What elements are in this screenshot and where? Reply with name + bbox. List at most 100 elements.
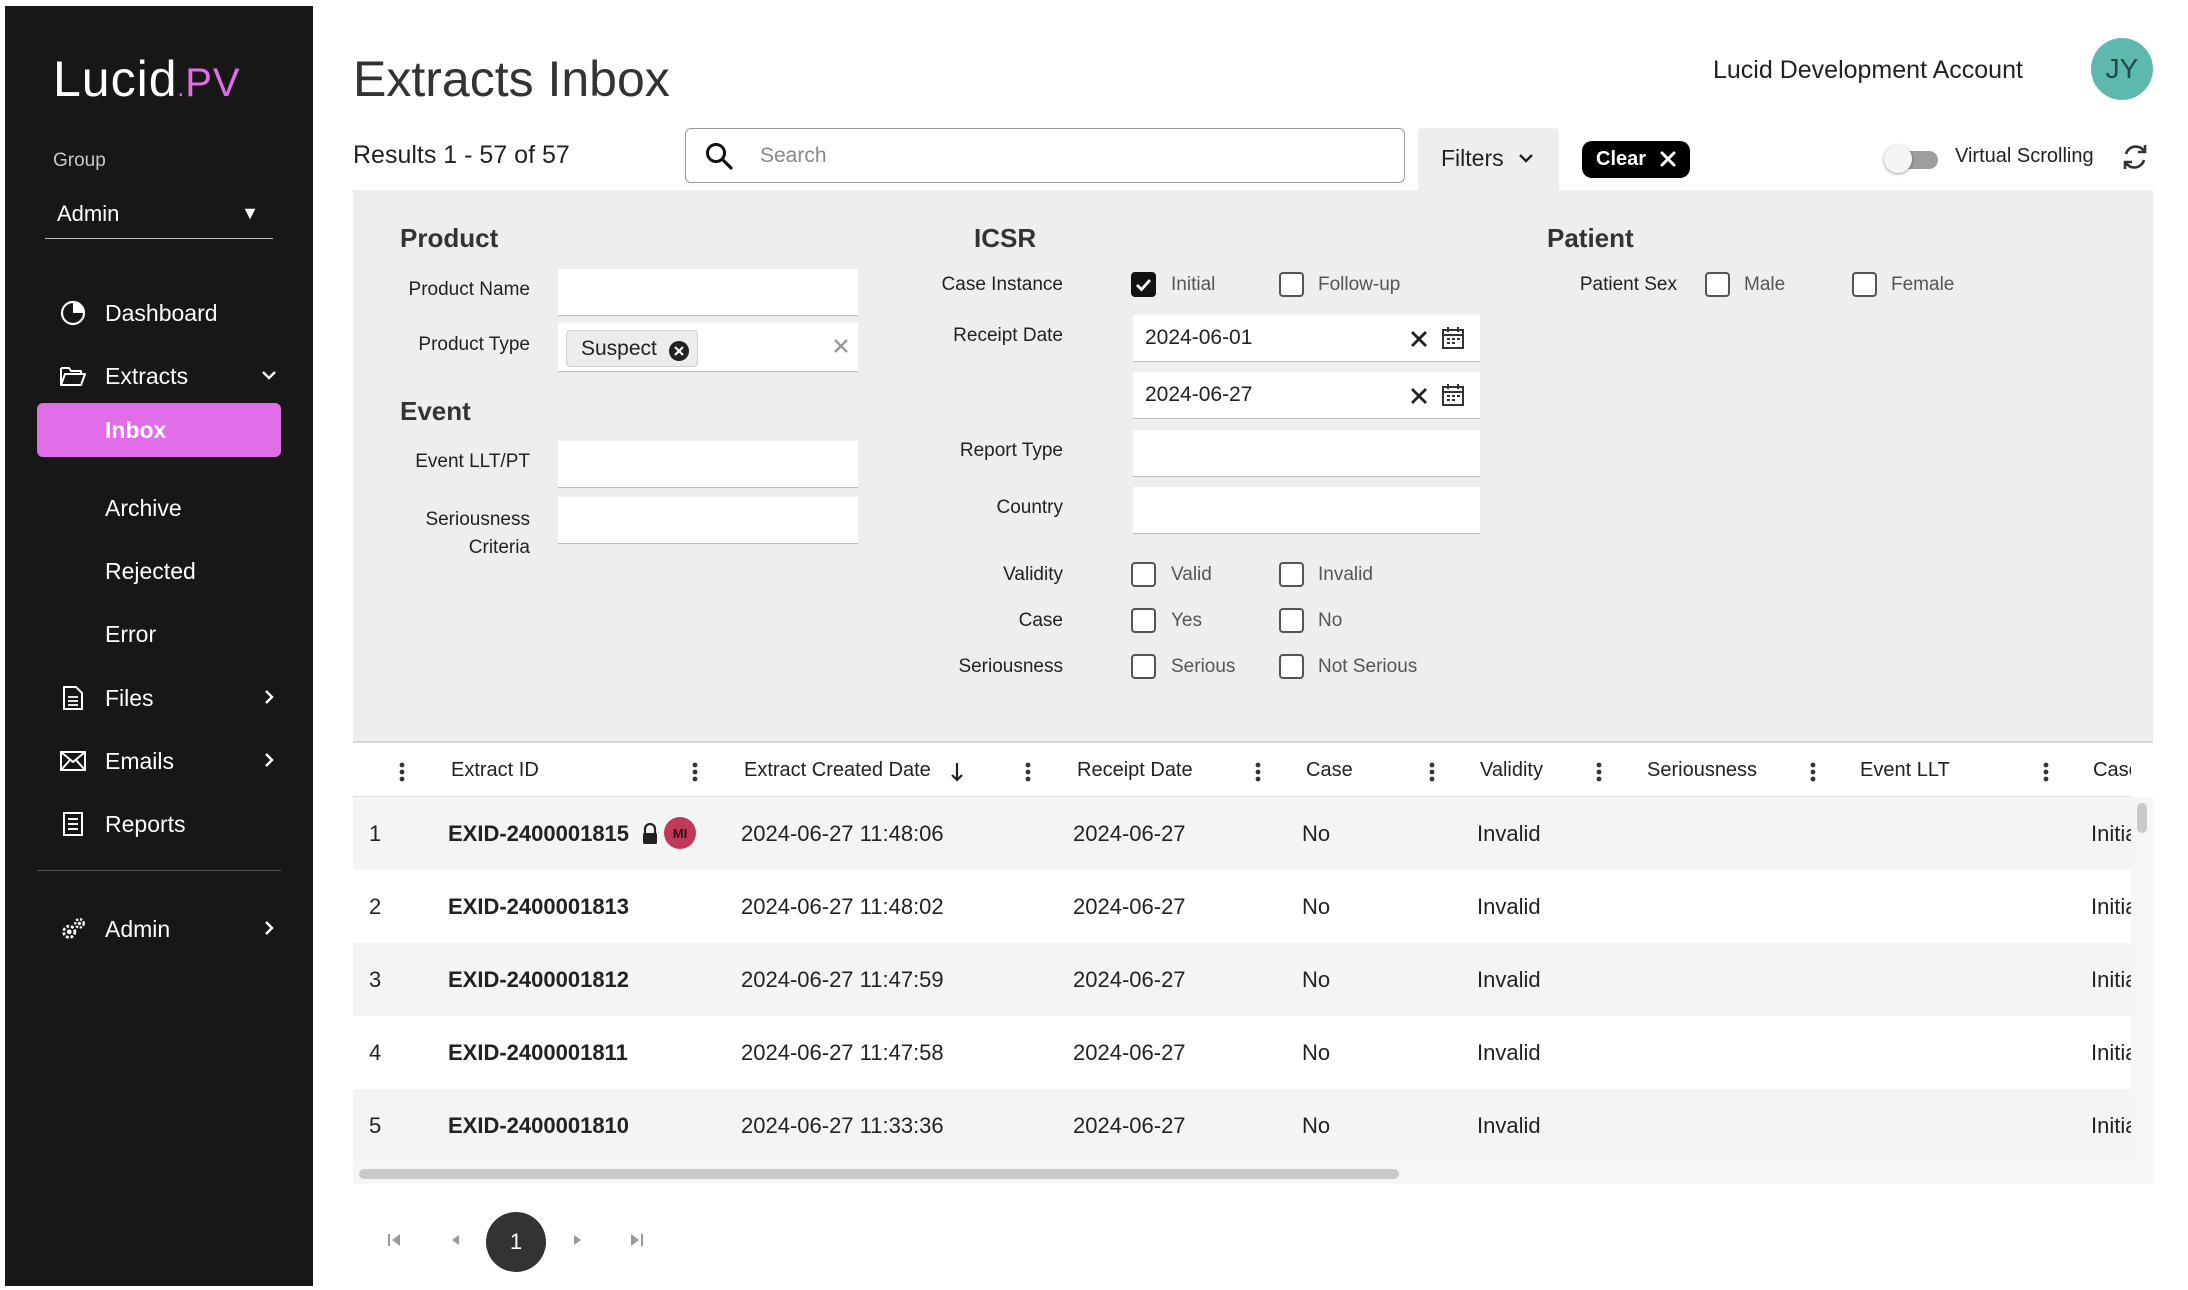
female-checkbox[interactable] xyxy=(1852,272,1877,297)
refresh-icon[interactable] xyxy=(2118,140,2152,174)
receipt-date: 2024-06-27 xyxy=(1073,821,1186,846)
seriousness-criteria-field[interactable] xyxy=(558,497,858,544)
sidebar-item-extracts[interactable]: Extracts xyxy=(5,349,313,403)
product-type-field[interactable]: Suspect xyxy=(558,323,858,372)
validity-value: Invalid xyxy=(1477,821,1541,846)
scrollbar-thumb[interactable] xyxy=(2137,803,2147,833)
avatar[interactable]: JY xyxy=(2091,38,2153,100)
column-header-receipt-date[interactable]: Receipt Date xyxy=(1077,759,1193,782)
horizontal-scrollbar[interactable] xyxy=(353,1162,2153,1184)
case-yes-checkbox[interactable] xyxy=(1131,608,1156,633)
scrollbar-thumb[interactable] xyxy=(359,1169,1399,1179)
product-name-field[interactable] xyxy=(558,269,858,316)
calendar-icon[interactable] xyxy=(1441,326,1465,350)
report-type-field[interactable] xyxy=(1133,430,1480,477)
next-page-icon[interactable] xyxy=(569,1231,587,1249)
table-row[interactable]: 2 EXID-2400001813 2024-06-27 11:48:02 20… xyxy=(353,870,2131,943)
initial-label: Initial xyxy=(1171,274,1216,295)
column-header-validity[interactable]: Validity xyxy=(1480,759,1543,782)
column-menu-icon[interactable] xyxy=(1596,760,1602,784)
sidebar-item-error[interactable]: Error xyxy=(5,607,313,661)
column-menu-icon[interactable] xyxy=(399,760,405,784)
search-box[interactable] xyxy=(685,128,1405,183)
case-no-checkbox[interactable] xyxy=(1279,608,1304,633)
table-row[interactable]: 3 EXID-2400001812 2024-06-27 11:47:59 20… xyxy=(353,943,2131,1016)
column-menu-icon[interactable] xyxy=(692,760,698,784)
virtual-scrolling-toggle[interactable] xyxy=(1884,145,1940,173)
gears-icon xyxy=(59,915,87,943)
calendar-icon[interactable] xyxy=(1441,383,1465,407)
sidebar-item-rejected[interactable]: Rejected xyxy=(5,544,313,598)
column-header-extract-created-date[interactable]: Extract Created Date xyxy=(744,759,931,782)
extract-id[interactable]: EXID-2400001810 xyxy=(448,1113,629,1139)
column-header-extract-id[interactable]: Extract ID xyxy=(451,759,539,782)
sidebar-item-admin[interactable]: Admin xyxy=(5,902,313,956)
lock-icon xyxy=(641,822,659,845)
icsr-section-title: ICSR xyxy=(974,223,1037,253)
table-row[interactable]: 1 EXID-2400001815 MI 2024-06-27 11:48:06… xyxy=(353,797,2131,870)
column-menu-icon[interactable] xyxy=(1255,760,1261,784)
remove-chip-icon[interactable] xyxy=(668,338,690,361)
sidebar-item-files[interactable]: Files xyxy=(5,671,313,725)
clear-field-icon[interactable] xyxy=(832,337,850,355)
sidebar-divider xyxy=(37,870,281,871)
column-menu-icon[interactable] xyxy=(1025,760,1031,784)
extract-id[interactable]: EXID-2400001815 xyxy=(448,821,629,847)
extract-id[interactable]: EXID-2400001813 xyxy=(448,894,629,920)
extract-id[interactable]: EXID-2400001812 xyxy=(448,967,629,993)
sidebar-item-emails[interactable]: Emails xyxy=(5,734,313,788)
chevron-down-icon xyxy=(257,363,281,387)
prev-page-icon[interactable] xyxy=(446,1231,464,1249)
product-type-label: Product Type xyxy=(418,334,530,355)
event-llt-field[interactable] xyxy=(558,441,858,488)
receipt-date-to-field[interactable]: 2024-06-27 xyxy=(1133,372,1480,419)
column-header-case-instance[interactable]: Case xyxy=(2093,759,2131,782)
product-type-chip[interactable]: Suspect xyxy=(566,330,698,367)
page-title: Extracts Inbox xyxy=(353,51,670,107)
data-grid: Extract ID Extract Created Date Receipt … xyxy=(353,745,2153,1200)
first-page-icon[interactable] xyxy=(385,1231,403,1249)
logo-main: Lucid xyxy=(53,51,178,107)
receipt-date-from-field[interactable]: 2024-06-01 xyxy=(1133,315,1480,362)
grid-header: Extract ID Extract Created Date Receipt … xyxy=(353,745,2131,797)
male-checkbox[interactable] xyxy=(1705,272,1730,297)
extract-created-date: 2024-06-27 11:47:58 xyxy=(741,1040,944,1065)
sidebar-item-dashboard[interactable]: Dashboard xyxy=(5,286,313,340)
clear-date-icon[interactable] xyxy=(1409,386,1429,406)
column-header-seriousness[interactable]: Seriousness xyxy=(1647,759,1757,782)
not-serious-checkbox[interactable] xyxy=(1279,654,1304,679)
filters-button[interactable]: Filters xyxy=(1418,128,1559,190)
app-logo[interactable]: Lucid.PV xyxy=(53,50,241,108)
vertical-scrollbar[interactable] xyxy=(2131,797,2153,1162)
initial-checkbox[interactable] xyxy=(1131,272,1156,297)
table-row[interactable]: 4 EXID-2400001811 2024-06-27 11:47:58 20… xyxy=(353,1016,2131,1089)
search-input[interactable] xyxy=(760,141,1360,171)
seriousness-criteria-label: Seriousness Criteria xyxy=(425,509,530,558)
sidebar-item-label: Error xyxy=(105,621,157,647)
column-header-event-llt[interactable]: Event LLT xyxy=(1860,759,1950,782)
sidebar-item-archive[interactable]: Archive xyxy=(5,481,313,535)
filter-panel: Product Product Name Product Type Suspec… xyxy=(353,190,2153,743)
group-select[interactable]: Admin ▼ xyxy=(45,192,273,239)
invalid-checkbox[interactable] xyxy=(1279,562,1304,587)
valid-checkbox[interactable] xyxy=(1131,562,1156,587)
extract-id[interactable]: EXID-2400001811 xyxy=(448,1040,628,1066)
followup-checkbox[interactable] xyxy=(1279,272,1304,297)
report-type-label: Report Type xyxy=(959,440,1063,461)
clear-filters-button[interactable]: Clear xyxy=(1582,141,1690,178)
current-page-button[interactable]: 1 xyxy=(486,1212,546,1272)
column-menu-icon[interactable] xyxy=(1810,760,1816,784)
serious-checkbox[interactable] xyxy=(1131,654,1156,679)
column-menu-icon[interactable] xyxy=(1429,760,1435,784)
case-no-label: No xyxy=(1318,610,1343,631)
column-menu-icon[interactable] xyxy=(2043,760,2049,784)
sidebar-item-inbox[interactable]: Inbox xyxy=(37,403,281,457)
last-page-icon[interactable] xyxy=(628,1231,646,1249)
column-header-case[interactable]: Case xyxy=(1306,759,1353,782)
clear-date-icon[interactable] xyxy=(1409,329,1429,349)
validity-label: Validity xyxy=(1003,564,1063,585)
sidebar-item-reports[interactable]: Reports xyxy=(5,797,313,851)
country-field[interactable] xyxy=(1133,487,1480,534)
group-label: Group xyxy=(53,150,106,171)
table-row[interactable]: 5 EXID-2400001810 2024-06-27 11:33:36 20… xyxy=(353,1089,2131,1162)
